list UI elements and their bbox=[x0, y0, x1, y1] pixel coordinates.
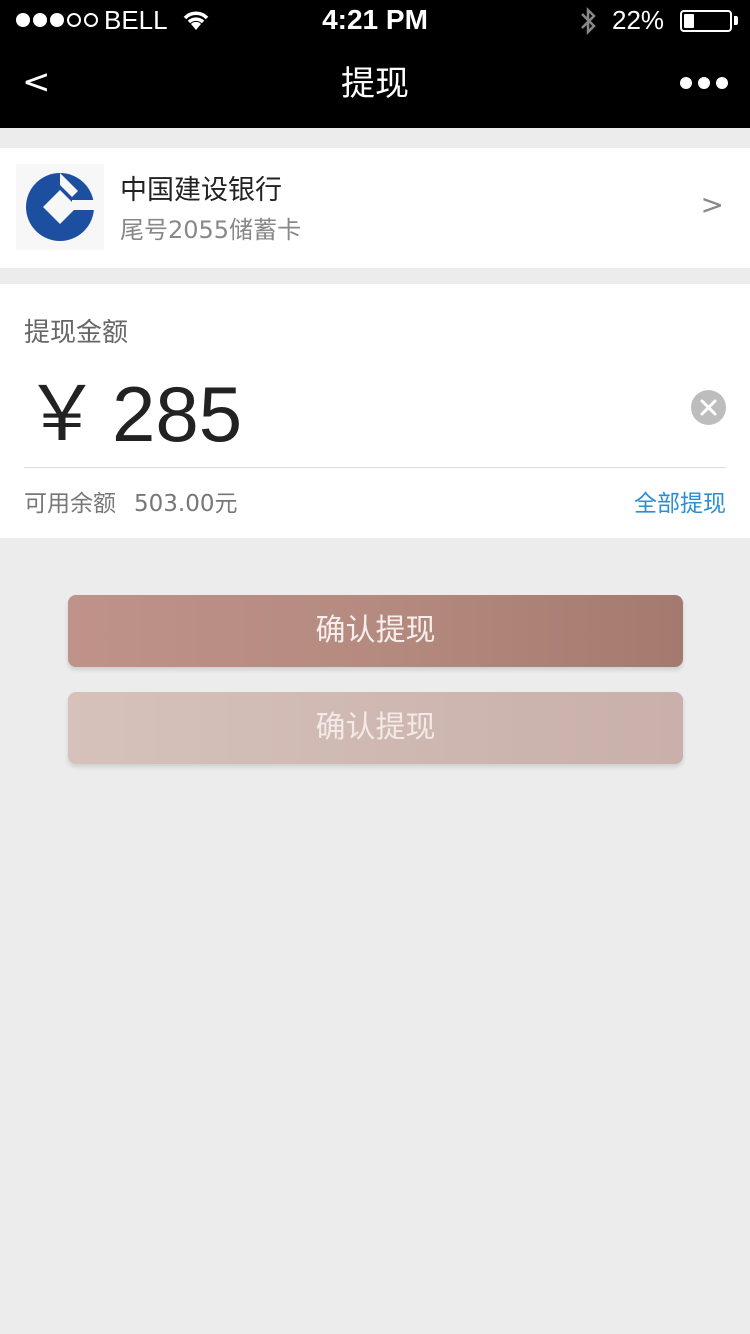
bluetooth-icon bbox=[578, 6, 598, 40]
status-bar: BELL 4:21 PM 22% bbox=[0, 0, 750, 40]
card-description: 尾号2055储蓄卡 bbox=[120, 216, 302, 244]
currency-symbol: ￥ bbox=[24, 369, 100, 458]
navigation-bar: < 提现 bbox=[0, 40, 750, 128]
balance-label: 可用余额 bbox=[24, 491, 116, 517]
amount-label: 提现金额 bbox=[24, 318, 129, 348]
amount-input[interactable]: 285 bbox=[112, 372, 242, 456]
battery-icon bbox=[680, 10, 732, 32]
page-title: 提现 bbox=[341, 64, 409, 104]
bank-name: 中国建设银行 bbox=[120, 175, 282, 206]
chevron-right-icon: > bbox=[700, 188, 724, 221]
withdraw-amount-card: 提现金额 ￥ 285 可用余额 503.00元 全部提现 bbox=[0, 284, 750, 538]
confirm-withdraw-button[interactable]: 确认提现 bbox=[68, 595, 683, 667]
divider bbox=[24, 467, 726, 468]
bank-card-selector[interactable]: 中国建设银行 尾号2055储蓄卡 > bbox=[0, 148, 750, 268]
confirm-withdraw-button-disabled[interactable]: 确认提现 bbox=[68, 692, 683, 764]
clear-icon[interactable] bbox=[691, 390, 726, 425]
battery-cap bbox=[734, 16, 738, 25]
more-options-icon[interactable] bbox=[680, 77, 728, 89]
balance-value: 503.00元 bbox=[134, 491, 238, 517]
bank-logo-icon bbox=[16, 164, 104, 250]
battery-percent: 22% bbox=[612, 5, 665, 35]
withdraw-all-link[interactable]: 全部提现 bbox=[634, 484, 726, 518]
